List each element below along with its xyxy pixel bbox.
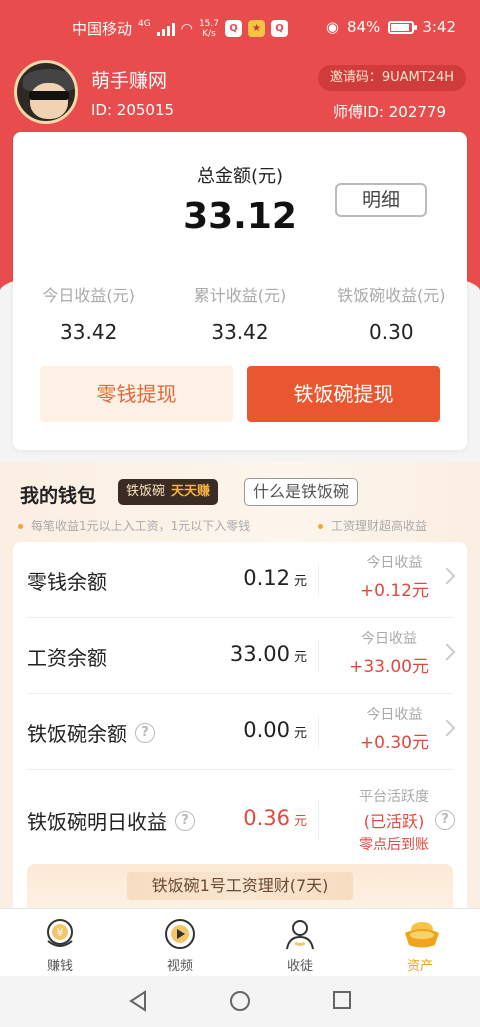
detail-button[interactable]: 明细	[335, 183, 427, 217]
user-id: ID: 205015	[91, 101, 175, 119]
row-unit: 元	[293, 726, 307, 741]
stat-iron-bowl: 铁饭碗收益(元) 0.30	[316, 282, 467, 344]
coin-icon: ¥	[43, 917, 77, 951]
stat-label: 铁饭碗收益(元)	[337, 286, 446, 305]
nav-label: 收徒	[286, 959, 313, 974]
wallet-title: 我的钱包	[20, 485, 97, 507]
what-is-iron-bowl-button[interactable]: 什么是铁饭碗	[244, 478, 359, 506]
speed-unit: K/s	[202, 28, 216, 39]
divider	[318, 640, 319, 672]
row-name: 铁饭碗明日收益	[27, 810, 167, 834]
wallet-row-iron-bowl[interactable]: 铁饭碗余额? 0.00 元 今日收益 +0.30元	[27, 694, 456, 770]
nav-label: 视频	[166, 959, 193, 974]
row-amount: 0.12	[243, 566, 290, 590]
iron-bowl-withdraw-button[interactable]: 铁饭碗提现	[247, 366, 440, 422]
signal-icon	[156, 22, 175, 36]
bottom-nav: ¥ 赚钱 视频 收徒 资产	[0, 908, 480, 976]
tag-right-text: 天天赚	[171, 484, 211, 499]
back-icon[interactable]	[128, 990, 148, 1012]
nav-label: 赚钱	[46, 959, 73, 974]
today-value: +33.00元	[349, 657, 429, 677]
note-text: 每笔收益1元以上入工资，1元以下入零钱	[31, 519, 251, 533]
play-icon	[163, 917, 197, 951]
wallet-note-right: 工资理财超高收益	[318, 517, 427, 534]
person-icon	[283, 917, 317, 951]
row-amount: 0.36	[243, 806, 290, 830]
wallet-balance-list: 零钱余额 0.12 元 今日收益 +0.12元 工资余额 33.00 元 今日收益 …	[13, 542, 467, 924]
note-text: 工资理财超高收益	[331, 519, 428, 533]
wallet-row-change[interactable]: 零钱余额 0.12 元 今日收益 +0.12元	[27, 542, 456, 618]
clock: 3:42	[422, 18, 456, 36]
divider	[318, 716, 319, 748]
balance-card: 总金额(元) 33.12 明细 今日收益(元) 33.42 累计收益(元) 33…	[13, 132, 467, 450]
network-speed: 15.7 K/s	[199, 19, 219, 39]
arrival-note: 零点后到账	[359, 837, 429, 853]
nav-item-assets[interactable]: 资产	[360, 909, 480, 976]
divider	[318, 564, 319, 596]
divider	[318, 800, 319, 840]
help-icon[interactable]: ?	[435, 810, 455, 830]
eye-comfort-icon: ◉	[325, 18, 339, 36]
today-label: 今日收益	[366, 555, 423, 571]
nav-label: 资产	[406, 959, 433, 974]
gold-ingot-icon	[403, 917, 439, 951]
app-notification-icon: Q	[224, 20, 242, 37]
wifi-icon: ◠	[180, 20, 193, 37]
today-label: 今日收益	[361, 631, 418, 647]
help-icon[interactable]: ?	[175, 810, 195, 831]
master-id: 师傅ID: 202779	[332, 103, 446, 121]
activity-label: 平台活跃度	[359, 789, 429, 805]
nav-item-video[interactable]: 视频	[120, 909, 240, 976]
today-value: +0.12元	[359, 581, 429, 601]
app-notification-icon: ★	[247, 20, 265, 37]
row-name: 零钱余额	[27, 570, 107, 594]
nav-item-recruit[interactable]: 收徒	[240, 909, 360, 976]
wallet-row-tomorrow: 铁饭碗明日收益? 0.36 元 平台活跃度 (已活跃) 零点后到账 ?	[27, 770, 455, 860]
plan-title: 铁饭碗1号工资理财(7天)	[127, 872, 353, 900]
earnings-stats: 今日收益(元) 33.42 累计收益(元) 33.42 铁饭碗收益(元) 0.3…	[13, 282, 467, 344]
system-nav-bar	[0, 976, 480, 1027]
chevron-right-icon	[438, 643, 456, 661]
recents-icon[interactable]	[332, 990, 352, 1010]
help-icon[interactable]: ?	[135, 722, 155, 743]
row-name: 工资余额	[27, 646, 107, 670]
row-unit: 元	[293, 650, 307, 665]
stat-cumulative: 累计收益(元) 33.42	[164, 282, 315, 344]
row-amount: 0.00	[243, 718, 290, 742]
tag-left-text: 铁饭碗	[126, 484, 166, 499]
wallet-row-salary[interactable]: 工资余额 33.00 元 今日收益 +33.00元	[27, 618, 456, 694]
row-name: 铁饭碗余额	[27, 722, 127, 746]
stat-value: 0.30	[369, 320, 414, 344]
chevron-right-icon	[438, 719, 456, 737]
row-unit: 元	[293, 574, 307, 589]
network-type: 4G	[138, 18, 151, 29]
status-bar: 中国移动 4G ◠ 15.7 K/s Q ★ Q ◉ 84% 3:42	[0, 0, 480, 56]
carrier-label: 中国移动	[72, 20, 133, 38]
change-withdraw-button[interactable]: 零钱提现	[40, 366, 233, 422]
chevron-right-icon	[438, 567, 456, 585]
user-nickname: 萌手赚网	[91, 70, 168, 92]
stat-label: 今日收益(元)	[42, 286, 135, 305]
home-icon[interactable]	[229, 990, 251, 1012]
svg-text:¥: ¥	[57, 926, 64, 939]
row-unit: 元	[293, 814, 307, 829]
stat-label: 累计收益(元)	[193, 286, 287, 305]
invite-code-badge[interactable]: 邀请码：9UAMT24H	[317, 65, 466, 91]
wallet-section: 我的钱包 铁饭碗 天天赚 什么是铁饭碗 每笔收益1元以上入工资，1元以下入零钱 …	[0, 462, 480, 924]
stat-today: 今日收益(元) 33.42	[13, 282, 164, 344]
today-value: +0.30元	[359, 733, 429, 753]
battery-icon	[388, 20, 418, 34]
nav-item-earn[interactable]: ¥ 赚钱	[0, 909, 120, 976]
activity-status: (已活跃)	[363, 812, 425, 831]
speed-value: 15.7	[198, 18, 219, 29]
battery-percent: 84%	[346, 18, 381, 36]
app-notification-icon: Q	[270, 20, 288, 37]
row-amount: 33.00	[229, 642, 290, 666]
iron-bowl-tag: 铁饭碗 天天赚	[118, 479, 219, 505]
stat-value: 33.42	[211, 320, 269, 344]
today-label: 今日收益	[366, 707, 423, 723]
stat-value: 33.42	[60, 320, 118, 344]
avatar[interactable]	[14, 60, 78, 124]
wallet-note-left: 每笔收益1元以上入工资，1元以下入零钱	[18, 517, 250, 534]
